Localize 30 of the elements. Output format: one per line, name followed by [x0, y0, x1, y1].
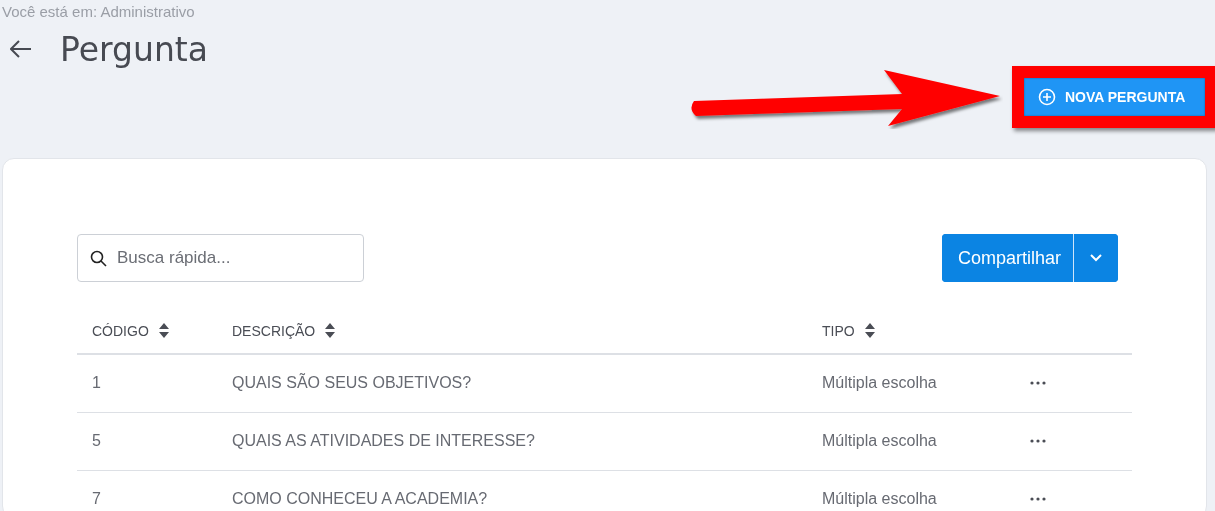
- back-arrow-icon[interactable]: [10, 40, 32, 58]
- chevron-down-icon: [1090, 254, 1102, 262]
- plus-circle-icon: [1038, 88, 1056, 106]
- table-cell: COMO CONHECEU A ACADEMIA?: [232, 490, 488, 507]
- table-cell: QUAIS SÃO SEUS OBJETIVOS?: [232, 374, 472, 392]
- sort-icon[interactable]: [158, 323, 169, 338]
- more-icon: [1030, 497, 1046, 501]
- table-cell: 5: [92, 432, 101, 449]
- search-icon: [90, 249, 107, 267]
- sort-icon[interactable]: [864, 323, 875, 338]
- more-actions-button[interactable]: [1030, 497, 1046, 501]
- more-icon: [1030, 381, 1046, 386]
- table-cell: 1: [92, 374, 101, 392]
- more-actions-button[interactable]: [1030, 439, 1046, 443]
- breadcrumb: Você está em: Administrativo: [2, 2, 196, 22]
- column-header: TIPO: [822, 322, 855, 339]
- share-button[interactable]: Compartilhar: [941, 234, 1074, 282]
- table-cell: 7: [92, 490, 101, 507]
- table-cell: Múltipla escolha: [822, 490, 937, 507]
- new-question-button[interactable]: NOVA PERGUNTA: [1024, 78, 1205, 116]
- more-actions-button[interactable]: [1030, 381, 1046, 386]
- column-header: DESCRIÇÃO: [232, 322, 316, 339]
- table-cell: QUAIS AS ATIVIDADES DE INTERESSE?: [232, 432, 535, 449]
- table-cell: Múltipla escolha: [822, 432, 937, 449]
- column-header: CÓDIGO: [92, 322, 149, 339]
- search-field[interactable]: Busca rápida...: [77, 234, 364, 282]
- table-cell: Múltipla escolha: [822, 374, 937, 392]
- more-icon: [1030, 439, 1046, 443]
- page-title: Pergunta: [60, 29, 208, 69]
- sort-icon[interactable]: [325, 323, 336, 338]
